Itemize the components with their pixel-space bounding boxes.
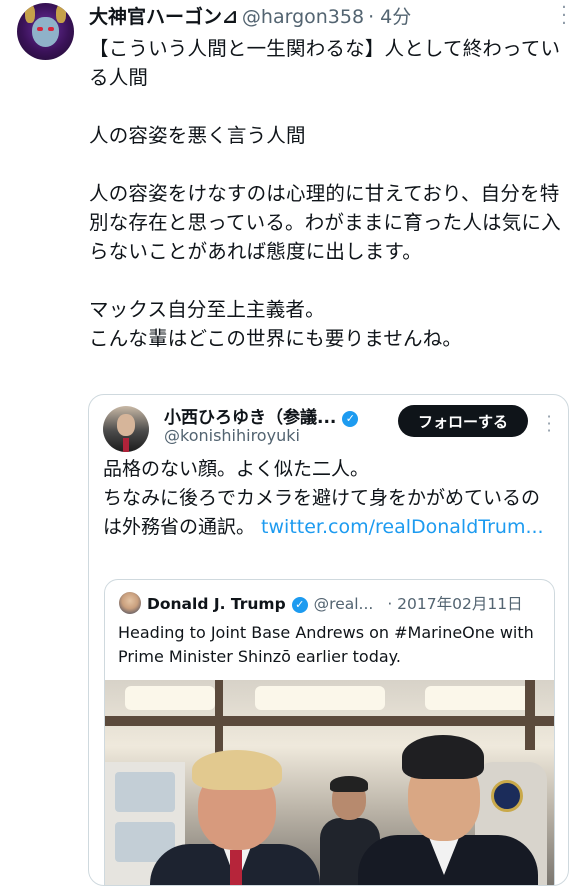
nested-tweet-text: Heading to Joint Base Andrews on #Marine… (118, 623, 539, 666)
quoted-author-handle[interactable]: @konishihiroyuki (164, 426, 300, 445)
author-avatar[interactable] (17, 3, 74, 60)
avatar-horn-left (25, 5, 35, 23)
follow-button[interactable]: フォローする (398, 405, 528, 437)
cabin-ceiling-light (255, 686, 385, 710)
avatar-face (32, 17, 59, 47)
quoted-avatar-tie (123, 438, 129, 452)
person-hair (402, 735, 484, 779)
quoted-author-avatar[interactable] (103, 406, 149, 452)
nested-tweet-date: · 2017年02月11日 (387, 595, 523, 613)
cabin-ceiling-light (125, 686, 215, 710)
author-handle[interactable]: @hargon358 (242, 6, 364, 28)
quoted-tweet-card[interactable]: 小西ひろゆき（参議... ✓ @konishihiroyuki フォローする · ·… (88, 394, 569, 886)
author-display-name[interactable]: 大神官ハーゴン⊿ (89, 6, 238, 28)
quoted-tweet-link[interactable]: twitter.com/realDonaldTrum... (261, 516, 544, 538)
nested-quoted-tweet[interactable]: Donald J. Trump ✓ @real... · 2017年02月11日 He… (104, 579, 555, 885)
avatar-eye-left (37, 27, 43, 31)
nested-author-avatar[interactable] (119, 592, 141, 614)
person-tie (230, 850, 242, 885)
quoted-tweet-text: 品格のない顔。よく似た二人。 ちなみに後ろでカメラを避けて身をかがめているのは外… (103, 455, 553, 542)
photo-person-left (150, 750, 320, 885)
avatar-eye-right (48, 27, 54, 31)
quoted-avatar-face (117, 414, 135, 436)
avatar-horn-right (56, 5, 66, 23)
tweet-time[interactable]: · 4分 (368, 6, 411, 28)
photo-person-right (350, 735, 540, 885)
nested-author-name[interactable]: Donald J. Trump (147, 595, 286, 613)
more-vertical-icon[interactable]: · · · (559, 0, 569, 33)
nested-tweet-header: Donald J. Trump ✓ @real... · 2017年02月11日 (147, 592, 523, 614)
tweet-header: 大神官ハーゴン⊿ @hargon358 · 4分 · · · (89, 0, 569, 33)
tweet-body-text: 【こういう人間と一生関わるな】人として終わっている人間 人の容姿を悪く言う人間 … (89, 37, 561, 350)
nested-author-handle[interactable]: @real... (314, 595, 374, 613)
quoted-author-name[interactable]: 小西ひろゆき（参議... (164, 408, 336, 428)
quoted-more-vertical-icon[interactable]: · · · (544, 409, 554, 439)
cabin-ceiling-panel (105, 716, 554, 726)
cabin-ceiling-light (425, 686, 535, 710)
nested-verified-badge-icon: ✓ (291, 597, 308, 613)
quoted-author-line: 小西ひろゆき（参議... ✓ (164, 403, 359, 428)
person-hair (192, 750, 282, 790)
cabin-pillar (215, 680, 223, 760)
verified-badge-icon: ✓ (342, 411, 359, 427)
tweet-photo[interactable] (105, 680, 554, 885)
